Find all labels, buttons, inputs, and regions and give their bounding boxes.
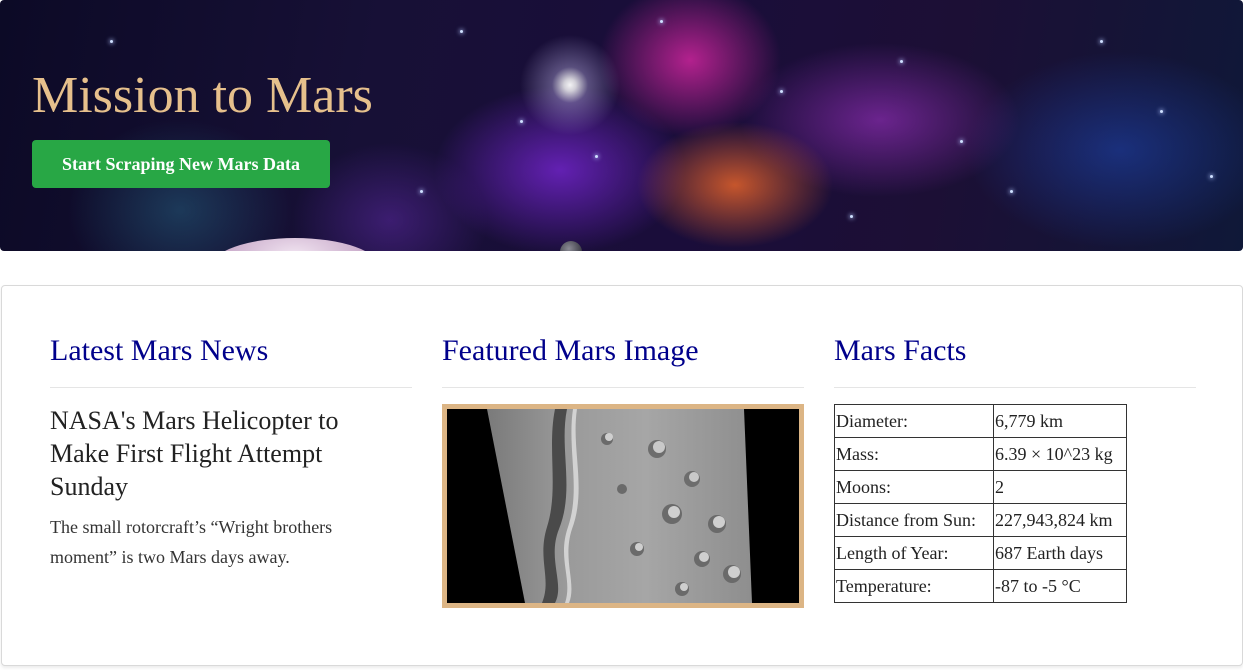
table-row: Distance from Sun: 227,943,824 km <box>834 503 1127 537</box>
divider <box>834 387 1196 388</box>
divider <box>442 387 804 388</box>
news-teaser: The small rotorcraft’s “Wright brothers … <box>50 517 333 567</box>
star <box>1160 110 1163 113</box>
content-card: Latest Mars News NASA's Mars Helicopter … <box>1 285 1243 666</box>
table-row: Moons: 2 <box>834 470 1127 504</box>
star <box>420 190 423 193</box>
table-row: Length of Year: 687 Earth days <box>834 536 1127 570</box>
fact-value: 2 <box>993 470 1127 504</box>
table-row: Mass: 6.39 × 10^23 kg <box>834 437 1127 471</box>
star <box>900 60 903 63</box>
mars-surface-image <box>447 409 799 603</box>
start-scraping-button[interactable]: Start Scraping New Mars Data <box>32 140 330 188</box>
featured-image[interactable] <box>442 404 804 608</box>
divider <box>50 387 412 388</box>
star <box>110 40 113 43</box>
fact-value: 227,943,824 km <box>993 503 1127 537</box>
fact-value: 6,779 km <box>993 404 1127 438</box>
moon-image <box>560 241 582 251</box>
star <box>660 20 663 23</box>
star <box>1100 40 1103 43</box>
table-row: Temperature: -87 to -5 °C <box>834 569 1127 603</box>
fact-label: Distance from Sun: <box>834 503 994 537</box>
table-row: Diameter: 6,779 km <box>834 404 1127 438</box>
news-heading: Latest Mars News <box>50 334 269 367</box>
fact-value: 6.39 × 10^23 kg <box>993 437 1127 471</box>
fact-label: Mass: <box>834 437 994 471</box>
star <box>780 90 783 93</box>
star <box>595 155 598 158</box>
fact-label: Temperature: <box>834 569 994 603</box>
fact-label: Length of Year: <box>834 536 994 570</box>
star <box>460 30 463 33</box>
star <box>520 120 523 123</box>
star <box>850 215 853 218</box>
fact-label: Moons: <box>834 470 994 504</box>
news-title: NASA's Mars Helicopter to Make First Fli… <box>50 406 339 501</box>
hero-banner: Mission to Mars Start Scraping New Mars … <box>0 0 1243 251</box>
fact-value: 687 Earth days <box>993 536 1127 570</box>
facts-heading: Mars Facts <box>834 334 967 367</box>
facts-table: Diameter: 6,779 km Mass: 6.39 × 10^23 kg… <box>834 404 1127 603</box>
star <box>1010 190 1013 193</box>
star <box>960 140 963 143</box>
planet-image <box>210 238 380 251</box>
fact-label: Diameter: <box>834 404 994 438</box>
fact-value: -87 to -5 °C <box>993 569 1127 603</box>
star <box>1210 175 1213 178</box>
featured-image-heading: Featured Mars Image <box>442 334 699 367</box>
page-title: Mission to Mars <box>32 67 373 124</box>
